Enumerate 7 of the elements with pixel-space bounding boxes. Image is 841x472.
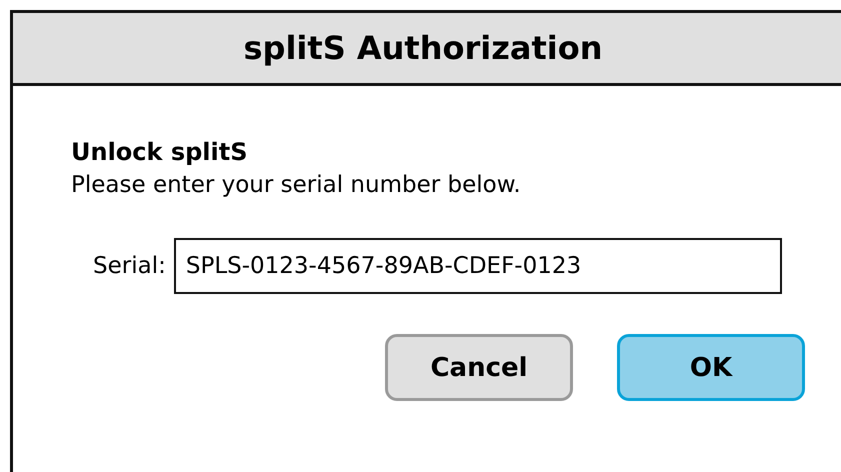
ok-button[interactable]: OK	[617, 334, 805, 401]
serial-field[interactable]: SPLS-0123-4567-89AB-CDEF-0123	[174, 238, 782, 294]
field-label: Serial:	[93, 253, 166, 279]
cancel-button[interactable]: Cancel	[385, 334, 573, 401]
window-title: splitS Authorization	[244, 29, 602, 67]
heading: Unlock splitS	[71, 137, 249, 168]
message: Please enter your serial number below.	[71, 171, 522, 200]
